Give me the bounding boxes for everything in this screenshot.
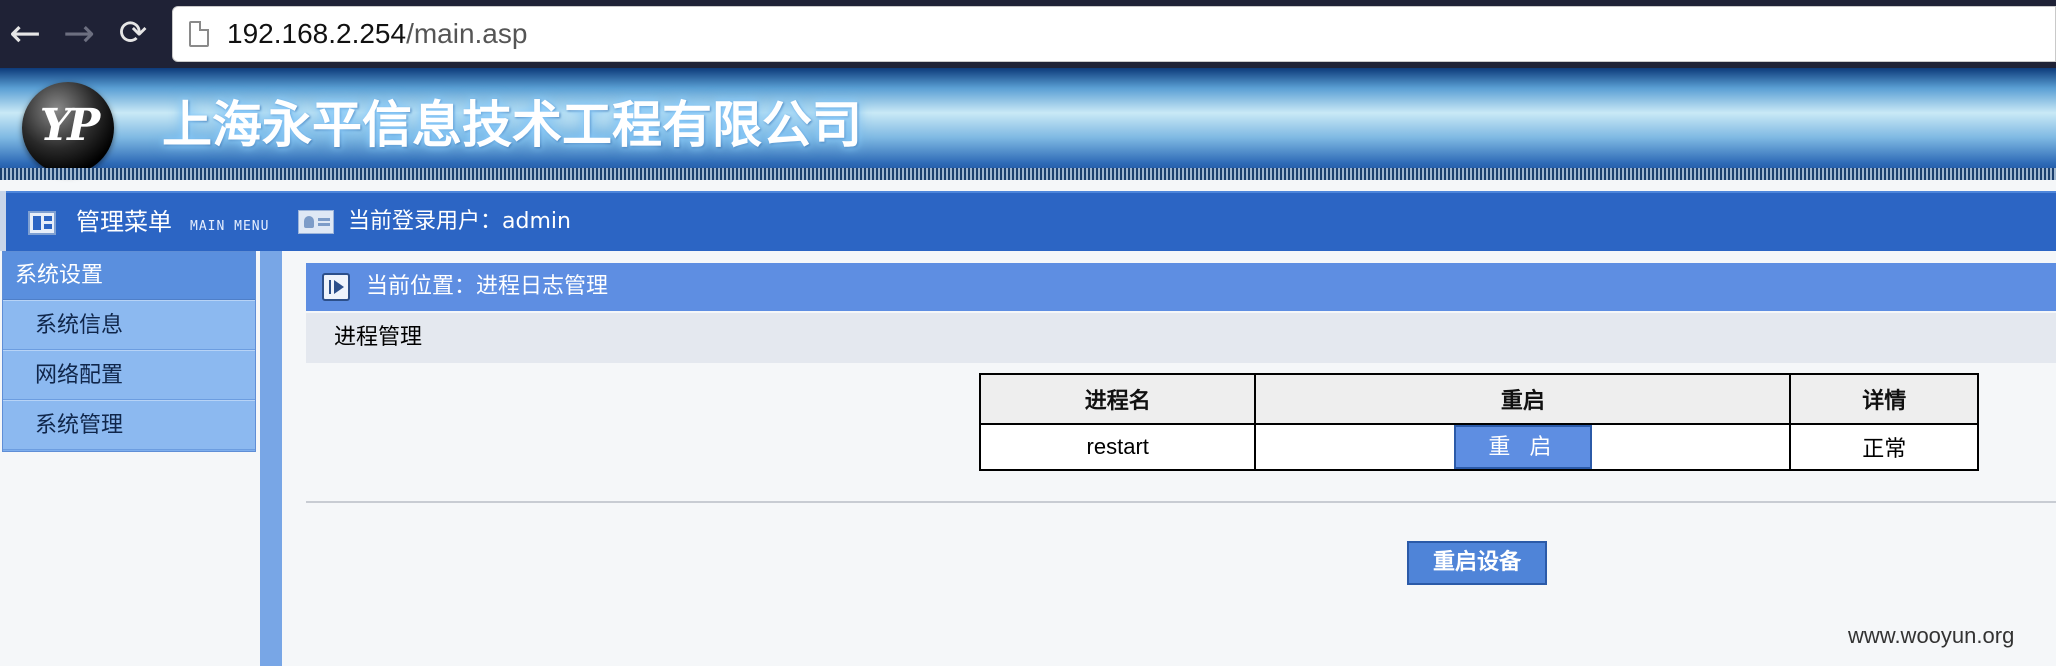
url-path: /main.asp	[406, 18, 528, 49]
company-name: 上海永平信息技术工程有限公司	[162, 96, 862, 154]
restart-device-button[interactable]: 重启设备	[1407, 541, 1547, 585]
restart-cell: 重 启	[1254, 423, 1792, 471]
reload-icon[interactable]: ⟳	[112, 12, 154, 54]
play-icon	[322, 273, 350, 301]
header-banner: YP 上海永平信息技术工程有限公司	[0, 68, 2056, 180]
main-content: 当前位置：进程日志管理 进程管理 进程名 重启 详情 restart 重 启 正…	[282, 251, 2056, 666]
menu-bar: 管理菜单 MAIN MENU 当前登录用户：admin	[0, 191, 2056, 251]
company-logo: YP	[22, 82, 114, 174]
menu-subtitle: MAIN MENU	[190, 219, 270, 234]
process-name-cell: restart	[978, 423, 1257, 471]
sidebar-group-system-settings: 系统设置 系统信息 网络配置 系统管理	[2, 251, 256, 452]
user-card-icon	[298, 210, 334, 234]
section-header: 进程管理	[306, 313, 2056, 363]
page-icon	[189, 21, 209, 47]
current-user-label: 当前登录用户：admin	[348, 209, 571, 234]
frame-divider[interactable]	[260, 251, 282, 666]
section-title: 进程管理	[334, 325, 423, 350]
forward-arrow-icon[interactable]: →	[58, 12, 100, 54]
url-host: 192.168.2.254	[227, 18, 407, 49]
watermark: www.wooyun.org	[1848, 623, 2015, 648]
address-bar[interactable]: 192.168.2.254/main.asp	[172, 6, 2056, 62]
table-header-row: 进程名 重启 详情	[978, 373, 1979, 425]
location-bar: 当前位置：进程日志管理	[306, 263, 2056, 311]
menu-title: 管理菜单	[76, 208, 172, 236]
process-status-cell: 正常	[1789, 423, 1979, 471]
column-header-process-name: 进程名	[978, 373, 1257, 425]
sidebar-item-network-config[interactable]: 网络配置	[3, 350, 255, 400]
sidebar-item-system-management[interactable]: 系统管理	[3, 400, 255, 450]
back-arrow-icon[interactable]: ←	[4, 12, 46, 54]
sidebar-item-system-info[interactable]: 系统信息	[3, 300, 255, 350]
browser-toolbar: ← → ⟳ 192.168.2.254/main.asp	[0, 0, 2056, 68]
url-text[interactable]: 192.168.2.254/main.asp	[227, 17, 527, 51]
menu-icon	[28, 211, 56, 235]
restart-process-button[interactable]: 重 启	[1453, 425, 1592, 469]
logo-mark: YP	[39, 100, 101, 151]
process-table: 进程名 重启 详情 restart 重 启 正常	[978, 373, 1979, 471]
column-header-restart: 重启	[1254, 373, 1792, 425]
table-row: restart 重 启 正常	[978, 423, 1979, 471]
column-header-detail: 详情	[1789, 373, 1979, 425]
sidebar-group-title[interactable]: 系统设置	[3, 252, 255, 300]
horizontal-divider	[306, 501, 2056, 503]
sidebar: 系统设置 系统信息 网络配置 系统管理	[0, 251, 258, 666]
location-text: 当前位置：进程日志管理	[366, 274, 609, 299]
menubar-notch	[0, 191, 6, 251]
